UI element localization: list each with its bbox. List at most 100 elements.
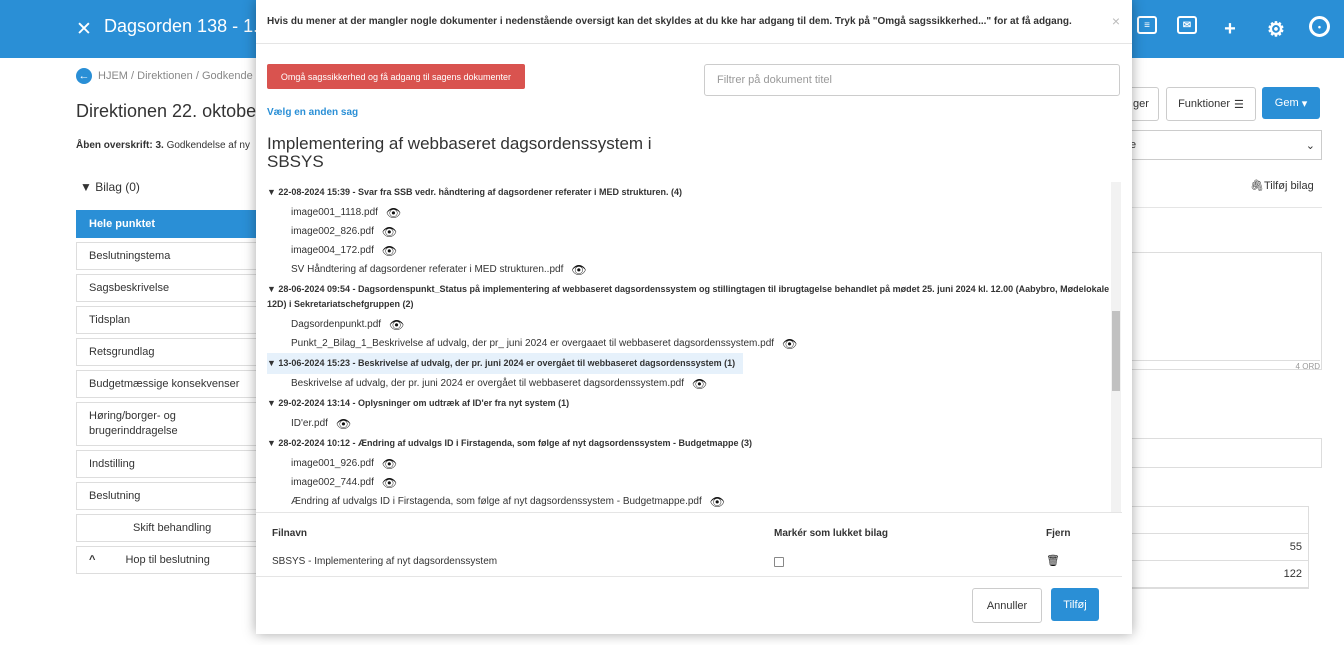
list-item[interactable]: image004_172.pdf 👁 [291,241,1122,260]
nav-item-retsgrundlag[interactable]: Retsgrundlag [76,338,266,366]
gem-label: Gem [1274,97,1299,109]
skift-label: Skift behandling [133,522,212,534]
paperclip-icon: 🖇 [1250,180,1264,192]
heading-select[interactable]: e ⌄ [1124,130,1322,160]
list-item[interactable]: Ændring af udvalgs ID i Firstagenda, som… [291,492,1122,511]
editor-panel[interactable] [1124,252,1322,370]
case-title: Implementering af webbaseret dagsordenss… [267,134,652,171]
word-count: 4 ORD [1124,360,1320,371]
divider [1124,207,1322,208]
close-icon[interactable]: × [1112,13,1120,29]
list-item[interactable]: image001_1118.pdf 👁 [291,203,1122,222]
file-name: Dagsordenpunkt.pdf [291,319,382,330]
hop-til-beslutning-button[interactable]: ^ Hop til beslutning [76,546,266,574]
list-item[interactable]: Dagsordenpunkt.pdf 👁 [291,315,1122,334]
trash-icon[interactable]: 🗑 [1046,554,1060,567]
cancel-button[interactable]: Annuller [972,588,1042,623]
top-icons: ≡ ✉ + ⚙ • [1137,16,1330,42]
scrollbar-thumb[interactable] [1112,311,1120,391]
col-header-closed: Markér som lukket bilag [774,528,888,539]
user-icon[interactable]: • [1309,16,1330,37]
list-item[interactable]: image002_826.pdf 👁 [291,222,1122,241]
list-item[interactable]: image002_744.pdf 👁 [291,473,1122,492]
nav-item-hele-punktet[interactable]: Hele punktet [76,210,266,238]
eye-icon[interactable]: 👁 [782,337,797,351]
breadcrumb-level2[interactable]: Godkende [202,70,253,82]
open-heading-value: Godkendelse af ny [166,140,250,151]
col-header-remove: Fjern [1046,528,1071,539]
logo-icon: ✕ [76,19,92,40]
breadcrumb-level1[interactable]: Direktionen [137,70,193,82]
file-name: Beskrivelse af udvalg, der pr. juni 2024… [291,378,684,389]
gem-button[interactable]: Gem ▾ [1262,87,1320,119]
nav-item-budget[interactable]: Budgetmæssige konsekvenser [76,370,266,398]
nav-item-beslutningstema[interactable]: Beslutningstema [76,242,266,270]
list-item[interactable]: Beskrivelse af udvalg, der pr. juni 2024… [291,374,1122,393]
mail-icon[interactable]: ✉ [1177,16,1197,34]
funktioner-button[interactable]: Funktioner ☰ [1166,87,1256,121]
caret-down-icon: ▾ [1301,97,1308,110]
table-row: 55 [1124,534,1308,561]
page-title: Direktionen 22. oktober [76,101,263,121]
divider [256,512,1122,513]
list-item[interactable]: image001_926.pdf 👁 [291,454,1122,473]
nav-item-tidsplan[interactable]: Tidsplan [76,306,266,334]
document-group[interactable]: ▼ 22-08-2024 15:39 - Svar fra SSB vedr. … [267,182,1122,203]
eye-icon[interactable]: 👁 [382,476,397,490]
value-table: 55 122 [1124,506,1309,589]
override-security-button[interactable]: Omgå sagssikkerhed og få adgang til sage… [267,64,525,89]
file-name: image002_826.pdf [291,226,374,237]
nav-item-indstilling[interactable]: Indstilling [76,450,266,478]
eye-icon[interactable]: 👁 [389,318,404,332]
plus-icon[interactable]: + [1217,16,1243,42]
gear-icon[interactable]: ⚙ [1263,16,1289,42]
divider [256,43,1132,44]
eye-icon[interactable]: 👁 [382,244,397,258]
document-group[interactable]: ▼ 28-02-2024 10:12 - Ændring af udvalgs … [267,433,1122,454]
eye-icon[interactable]: 👁 [386,206,401,220]
document-group[interactable]: ▼ 28-06-2024 09:54 - Dagsordenspunkt_Sta… [267,279,1122,315]
file-name: image001_926.pdf [291,458,374,469]
filter-input[interactable]: Filtrer på dokument titel [704,64,1120,96]
file-name: SV Håndtering af dagsordener referater i… [291,264,564,275]
eye-icon[interactable]: 👁 [710,495,725,509]
eye-icon[interactable]: 👁 [382,457,397,471]
document-group[interactable]: ▼ 29-02-2024 13:14 - Oplysninger om udtr… [267,393,1122,414]
file-name: image001_1118.pdf [291,207,378,218]
document-group-selected[interactable]: ▼ 13-06-2024 15:23 - Beskrivelse af udva… [267,353,744,374]
tilfoj-bilag-link[interactable]: 🖇Tilføj bilag [1250,179,1314,192]
nav-item-beslutning[interactable]: Beslutning [76,482,266,510]
document-tree: ▼ 22-08-2024 15:39 - Svar fra SSB vedr. … [256,182,1122,512]
tilfoj-bilag-label: Tilføj bilag [1263,180,1314,192]
open-heading-label: Åben overskrift: 3. [76,140,164,151]
menu-icon: ☰ [1234,98,1244,111]
divider [256,576,1122,577]
open-heading: Åben overskrift: 3. Godkendelse af ny [76,140,250,151]
closed-checkbox[interactable] [774,557,784,567]
breadcrumb-sep: / [131,70,135,82]
chevron-down-icon: ⌄ [1305,139,1315,152]
chevron-up-icon: ^ [89,554,96,566]
eye-icon[interactable]: 👁 [692,377,707,391]
funktioner-label: Funktioner [1178,98,1231,110]
nav-item-hoering[interactable]: Høring/borger- og brugerinddragelse [76,402,266,446]
editor-panel-2[interactable] [1124,438,1322,468]
file-name: Punkt_2_Bilag_1_Beskrivelse af udvalg, d… [291,338,775,349]
table-row [1124,507,1308,534]
list-item[interactable]: ID'er.pdf 👁 [291,414,1122,433]
selected-file-name: SBSYS - Implementering af nyt dagsordens… [272,556,498,567]
list-item[interactable]: SV Håndtering af dagsordener referater i… [291,260,1122,279]
list-item[interactable]: Punkt_2_Bilag_1_Beskrivelse af udvalg, d… [291,334,1122,353]
eye-icon[interactable]: 👁 [382,225,397,239]
eye-icon[interactable]: 👁 [571,263,586,277]
eye-icon[interactable]: 👁 [336,417,351,431]
breadcrumb: ← HJEM / Direktionen / Godkende [76,68,253,84]
add-button[interactable]: Tilføj [1051,588,1099,621]
skift-behandling-button[interactable]: Skift behandling [76,514,266,542]
choose-other-case-link[interactable]: Vælg en anden sag [267,107,358,118]
breadcrumb-home[interactable]: HJEM [98,70,128,82]
bilag-toggle[interactable]: ▼ Bilag (0) [80,180,140,194]
nav-item-sagsbeskrivelse[interactable]: Sagsbeskrivelse [76,274,266,302]
list-icon[interactable]: ≡ [1137,16,1157,34]
back-arrow-icon[interactable]: ← [76,68,92,84]
